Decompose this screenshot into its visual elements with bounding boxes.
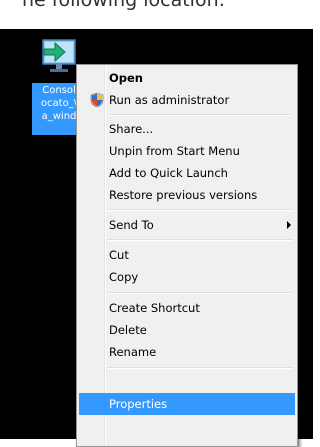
menu-item-run-as-administrator[interactable]: Run as administrator	[79, 89, 295, 111]
menu-separator	[107, 367, 293, 369]
menu-item-open[interactable]: Open	[79, 67, 295, 89]
menu-separator	[107, 239, 293, 241]
menu-item-cut[interactable]: Cut	[79, 244, 295, 266]
menu-item-copy[interactable]: Copy	[79, 266, 295, 288]
menu-item-share-label: Share...	[109, 122, 154, 136]
menu-item-rename-label: Rename	[109, 345, 157, 359]
menu-item-cut-label: Cut	[109, 248, 129, 262]
menu-item-unpin-from-start-menu[interactable]: Unpin from Start Menu	[79, 140, 295, 162]
menu-item-add-quick-launch-label: Add to Quick Launch	[109, 166, 228, 180]
menu-separator	[107, 114, 293, 116]
window-text: he following location:	[22, 0, 226, 11]
menu-separator	[107, 292, 293, 294]
window-text-strip: he following location:	[0, 0, 313, 29]
menu-item-send-to-label: Send To	[109, 218, 154, 232]
menu-item-share[interactable]: Share...	[79, 118, 295, 140]
menu-item-run-as-administrator-label: Run as administrator	[109, 93, 230, 107]
menu-item-send-to[interactable]: Send To	[79, 214, 295, 236]
menu-item-copy-label: Copy	[109, 270, 139, 284]
desktop[interactable]: Consol ocato_\ a_wind Open Run as admini…	[0, 29, 313, 447]
uac-shield-icon	[90, 92, 104, 108]
menu-item-open-label: Open	[109, 71, 143, 85]
menu-item-add-to-quick-launch[interactable]: Add to Quick Launch	[79, 162, 295, 184]
menu-item-rename[interactable]: Rename	[79, 341, 295, 363]
menu-item-restore-label: Restore previous versions	[109, 188, 258, 202]
chevron-right-icon	[287, 221, 291, 229]
menu-item-create-shortcut[interactable]: Create Shortcut	[79, 297, 295, 319]
menu-separator	[107, 209, 293, 211]
context-menu: Open Run as administrator Share... Unpin…	[76, 64, 298, 447]
menu-item-properties-label: Properties	[109, 397, 168, 411]
menu-item-properties[interactable]: Properties	[79, 393, 295, 415]
menu-item-unpin-label: Unpin from Start Menu	[109, 144, 240, 158]
menu-item-create-shortcut-label: Create Shortcut	[109, 301, 200, 315]
menu-item-delete[interactable]: Delete	[79, 319, 295, 341]
menu-item-delete-label: Delete	[109, 323, 147, 337]
menu-item-restore-previous-versions[interactable]: Restore previous versions	[79, 184, 295, 206]
console-shortcut-icon[interactable]	[41, 32, 77, 78]
